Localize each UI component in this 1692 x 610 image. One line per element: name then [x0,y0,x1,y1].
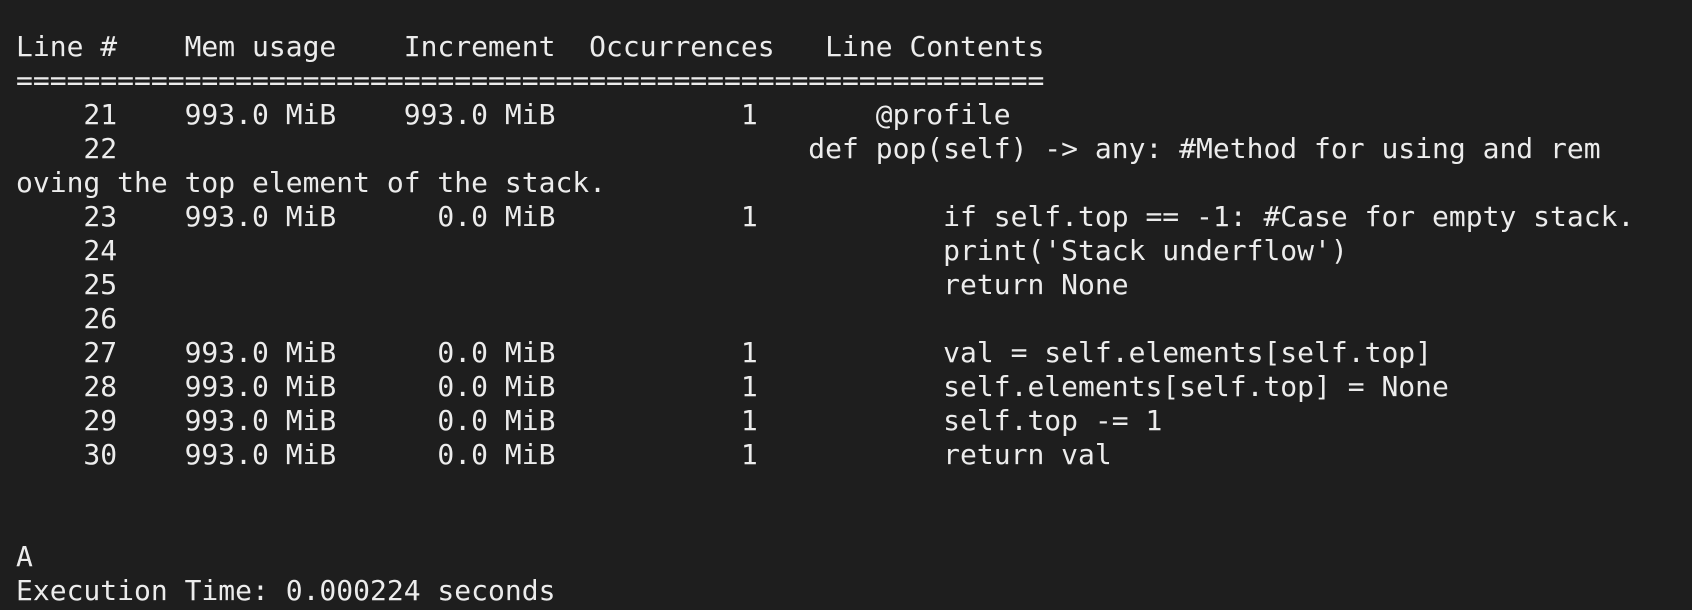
execution-time: Execution Time: 0.000224 seconds [16,574,556,607]
profile-row-22: 22 def pop(self) -> any: #Method for usi… [16,132,1601,165]
profile-row-28: 28 993.0 MiB 0.0 MiB 1 self.elements[sel… [16,370,1449,403]
profile-row-25: 25 return None [16,268,1129,301]
profile-row-22-wrap: oving the top element of the stack. [16,166,607,199]
profile-row-27: 27 993.0 MiB 0.0 MiB 1 val = self.elemen… [16,336,1433,369]
profile-row-21: 21 993.0 MiB 993.0 MiB 1 @profile [16,98,1011,131]
program-output: A [16,540,33,573]
profile-row-30: 30 993.0 MiB 0.0 MiB 1 return val [16,438,1112,471]
profile-row-23: 23 993.0 MiB 0.0 MiB 1 if self.top == -1… [16,200,1635,233]
profile-row-26: 26 [16,302,118,335]
profile-table-separator: ========================================… [16,64,1045,97]
profile-row-29: 29 993.0 MiB 0.0 MiB 1 self.top -= 1 [16,404,1163,437]
profile-table-header: Line # Mem usage Increment Occurrences L… [16,30,1045,63]
profile-row-24: 24 print('Stack underflow') [16,234,1348,267]
terminal-window[interactable]: Line # Mem usage Increment Occurrences L… [0,0,1692,610]
